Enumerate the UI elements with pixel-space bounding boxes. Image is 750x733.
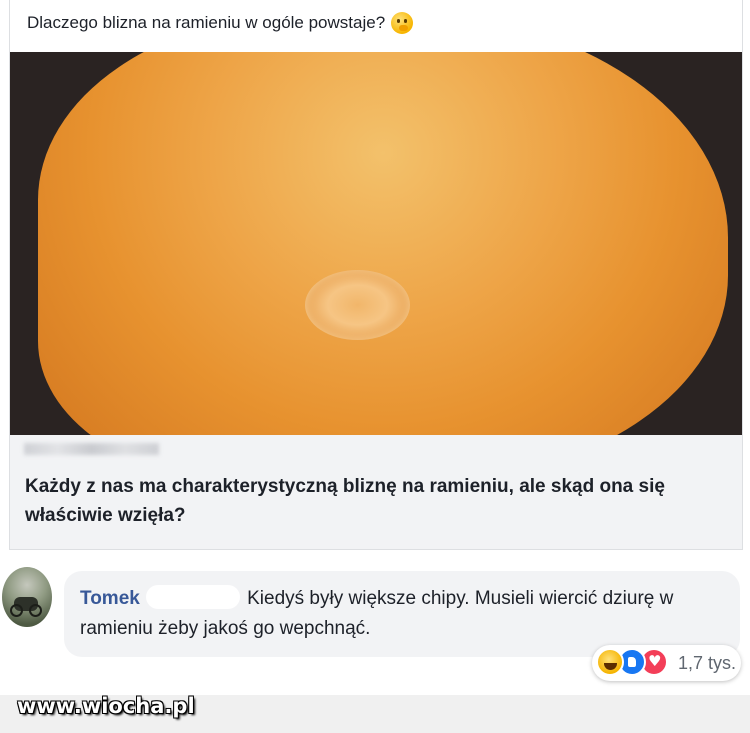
reactions-summary[interactable]: 1,7 tys. [592, 645, 741, 681]
facebook-post: Dlaczego blizna na ramieniu w ogóle pows… [9, 0, 743, 550]
link-preview-image[interactable] [10, 52, 742, 435]
blurred-domain [24, 443, 159, 455]
watermark: www.wiocha.pl [17, 694, 195, 718]
thinking-face-emoji-icon [391, 12, 414, 34]
reaction-count: 1,7 tys. [678, 653, 737, 673]
avatar[interactable] [2, 567, 52, 627]
post-text-row: Dlaczego blizna na ramieniu w ogóle pows… [27, 12, 414, 34]
haha-reaction-icon [596, 648, 624, 676]
link-preview-caption[interactable]: Każdy z nas ma charakterystyczną bliznę … [10, 435, 742, 550]
blurred-surname [145, 585, 240, 609]
comment-author[interactable]: Tomek [80, 588, 140, 609]
vaccination-scar [305, 270, 410, 340]
post-text: Dlaczego blizna na ramieniu w ogóle pows… [27, 13, 386, 32]
link-headline[interactable]: Każdy z nas ma charakterystyczną bliznę … [25, 472, 715, 530]
arm-skin [38, 52, 728, 435]
comment-body: Tomek Kiedyś były większe chipy. Musieli… [80, 584, 730, 644]
